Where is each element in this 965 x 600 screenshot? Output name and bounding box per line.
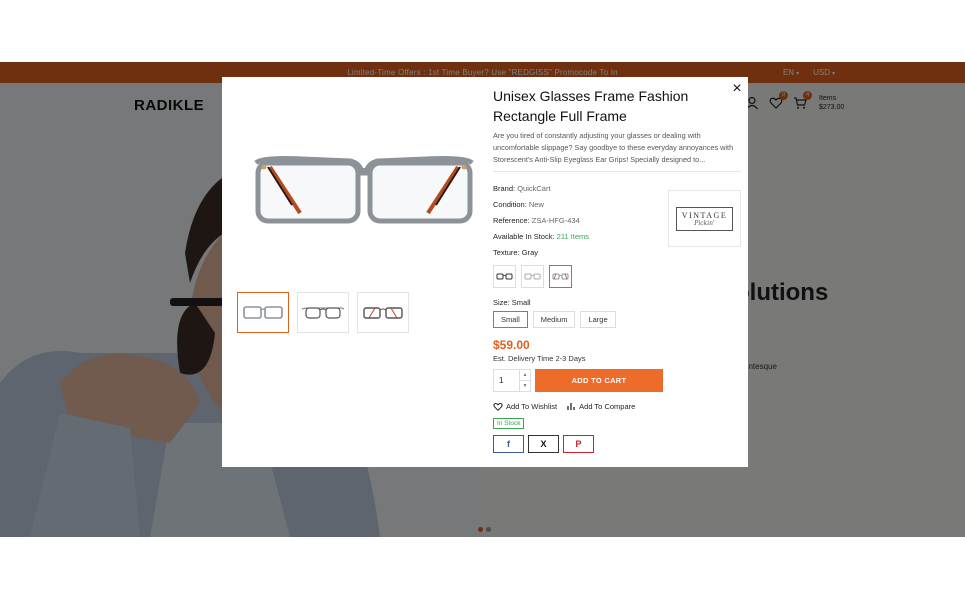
product-info: Unisex Glasses Frame Fashion Rectangle F…	[493, 86, 741, 453]
x-icon: X	[540, 439, 547, 449]
add-to-compare-link[interactable]: Add To Compare	[567, 402, 635, 411]
thumbnail-1[interactable]	[237, 292, 289, 333]
brand-logo[interactable]: VINTAGE Pickin'	[668, 190, 741, 247]
add-to-wishlist-link[interactable]: Add To Wishlist	[493, 402, 557, 411]
pinterest-share-button[interactable]: P	[563, 435, 594, 453]
stock-value: 211 Items	[556, 232, 590, 241]
brand-value[interactable]: QuickCart	[517, 184, 550, 193]
divider	[493, 171, 741, 172]
thumbnail-3[interactable]	[357, 292, 409, 333]
size-option-medium[interactable]: Medium	[532, 311, 576, 328]
brand-logo-frame: VINTAGE Pickin'	[675, 206, 734, 231]
product-price: $59.00	[493, 338, 530, 352]
texture-row: Texture: Gray	[493, 248, 539, 257]
quantity-increase-button[interactable]: ▲	[519, 370, 530, 381]
x-share-button[interactable]: X	[528, 435, 559, 453]
texture-swatch-black[interactable]	[493, 265, 516, 288]
size-value: Small	[511, 298, 531, 307]
quick-view-modal: × Unisex Glasses Frame Fashion Rectangle…	[222, 77, 748, 467]
texture-value: Gray	[521, 248, 539, 257]
compare-icon	[567, 403, 575, 410]
brand-logo-line2: Pickin'	[694, 219, 715, 227]
add-to-cart-row: 1 ▲ ▼ ADD TO CART	[493, 369, 741, 392]
quantity-decrease-button[interactable]: ▼	[519, 381, 530, 392]
product-description: Are you tired of constantly adjusting yo…	[493, 131, 734, 164]
thumbnail-2[interactable]	[297, 292, 349, 333]
facebook-share-button[interactable]: f	[493, 435, 524, 453]
brand-logo-line1: VINTAGE	[681, 210, 728, 220]
size-row: Size: Small	[493, 298, 531, 307]
product-title: Unisex Glasses Frame Fashion Rectangle F…	[493, 88, 689, 124]
quantity-stepper[interactable]: 1 ▲ ▼	[493, 369, 531, 392]
pinterest-icon: P	[575, 439, 582, 449]
store-page: Limited-Time Offers : 1st Time Buyer? Us…	[0, 0, 965, 600]
size-options: Small Medium Large	[493, 311, 741, 328]
quantity-input[interactable]: 1	[499, 376, 503, 385]
delivery-time: Est. Delivery Time 2-3 Days	[493, 354, 586, 363]
texture-swatch-gray[interactable]	[549, 265, 572, 288]
heart-icon	[493, 403, 503, 411]
share-buttons: f X P	[493, 435, 741, 453]
reference-value: ZSA-HFG-434	[531, 216, 580, 225]
product-actions: Add To Wishlist Add To Compare	[493, 402, 741, 411]
thumbnail-list	[237, 292, 409, 333]
facebook-icon: f	[507, 439, 510, 449]
in-stock-badge: In Stock	[493, 418, 525, 429]
product-main-image	[254, 156, 474, 224]
texture-swatches	[493, 265, 741, 288]
condition-value: New	[528, 200, 544, 209]
size-option-large[interactable]: Large	[580, 311, 616, 328]
size-option-small[interactable]: Small	[493, 311, 528, 328]
texture-swatch-clear[interactable]	[521, 265, 544, 288]
add-to-cart-button[interactable]: ADD TO CART	[535, 369, 663, 392]
